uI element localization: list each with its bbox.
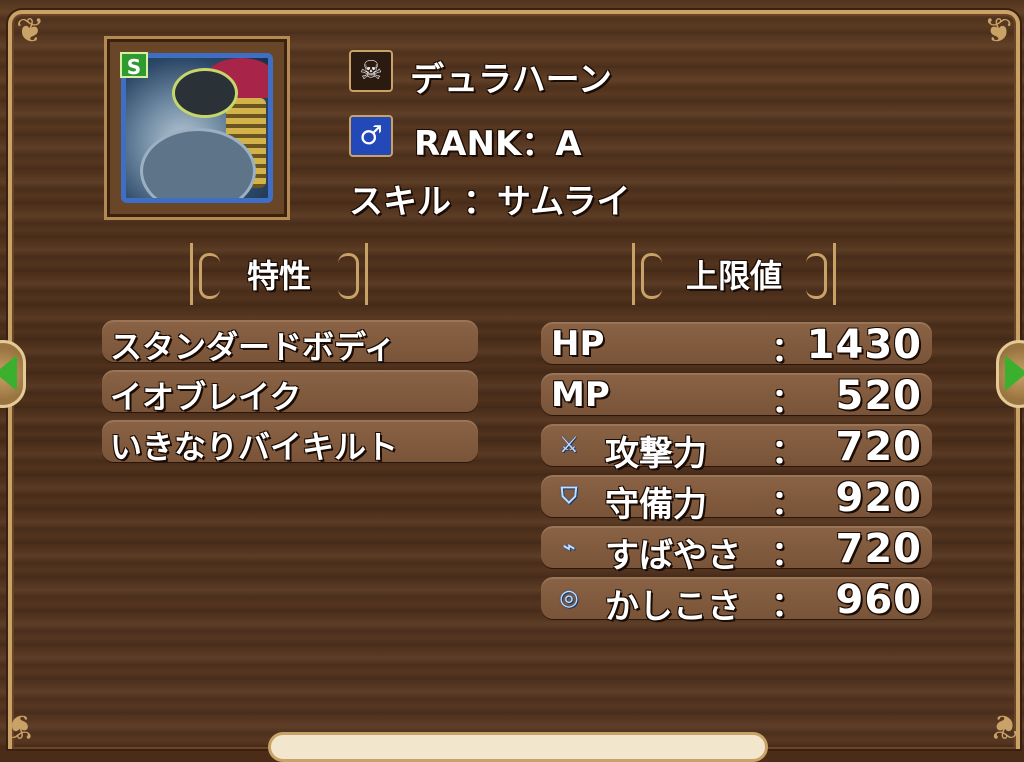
male-symbol-icon: ♂ <box>349 115 393 157</box>
limits-header: 上限値 <box>632 243 836 305</box>
trait-item: イオブレイク <box>102 370 478 416</box>
stat-colon: ： <box>771 432 805 472</box>
sword-icon: ⚔ <box>559 432 579 458</box>
corner-ornament-icon: ❦ <box>6 706 35 746</box>
arrow-right-icon <box>1005 355 1024 391</box>
next-arrow-button[interactable] <box>996 340 1024 408</box>
stat-value: 960 <box>835 577 922 623</box>
arrow-left-icon <box>0 355 17 391</box>
stat-colon: ： <box>771 483 805 523</box>
skull-icon: ☠ <box>349 50 393 92</box>
stat-label: MP <box>551 375 610 415</box>
shield-icon: ⛉ <box>560 483 578 509</box>
stat-row-mp: MP ： 520 <box>541 373 932 421</box>
stat-label: HP <box>551 324 605 364</box>
stat-colon: ： <box>771 381 805 421</box>
corner-ornament-icon: ❦ <box>16 11 45 51</box>
stat-value: 920 <box>835 475 922 521</box>
trait-label: スタンダードボディ <box>110 328 396 366</box>
previous-arrow-button[interactable] <box>0 340 26 408</box>
necklace-icon: ◎ <box>559 585 579 611</box>
stat-value: 720 <box>835 424 922 470</box>
corner-ornament-icon: ❦ <box>989 706 1019 746</box>
limits-header-label: 上限値 <box>685 257 782 295</box>
stat-colon: ： <box>771 330 805 370</box>
stat-row-wisdom: ◎ かしこさ ： 960 <box>541 577 932 627</box>
stat-value: 720 <box>835 526 922 572</box>
stat-value: 1430 <box>806 322 922 368</box>
stat-row-defense: ⛉ 守備力 ： 920 <box>541 475 932 525</box>
stat-row-agility: ⌁ すばやさ ： 720 <box>541 526 932 576</box>
stat-colon: ： <box>771 585 805 625</box>
traits-header-label: 特性 <box>246 257 311 295</box>
stat-colon: ： <box>771 534 805 574</box>
monster-skill: スキル ：サムライ <box>349 182 631 222</box>
stat-label: かしこさ <box>605 587 741 627</box>
stat-row-attack: ⚔ 攻撃力 ： 720 <box>541 424 932 474</box>
corner-ornament-icon: ❦ <box>983 11 1013 51</box>
monster-rank: RANK：A <box>414 124 582 164</box>
trait-label: イオブレイク <box>110 378 302 416</box>
trait-label: いきなりバイキルト <box>110 428 399 466</box>
stat-label: 攻撃力 <box>605 434 707 474</box>
bottom-tab-button[interactable] <box>268 732 768 762</box>
stat-label: すばやさ <box>605 536 741 576</box>
stat-row-hp: HP ： 1430 <box>541 322 932 370</box>
size-badge: S <box>120 52 148 79</box>
trait-item: いきなりバイキルト <box>102 420 478 466</box>
monster-name: デュラハーン <box>410 60 612 100</box>
boot-icon: ⌁ <box>562 534 576 560</box>
trait-item: スタンダードボディ <box>102 320 478 366</box>
stat-value: 520 <box>835 373 922 419</box>
stat-label: 守備力 <box>605 485 707 525</box>
traits-header: 特性 <box>190 243 368 305</box>
